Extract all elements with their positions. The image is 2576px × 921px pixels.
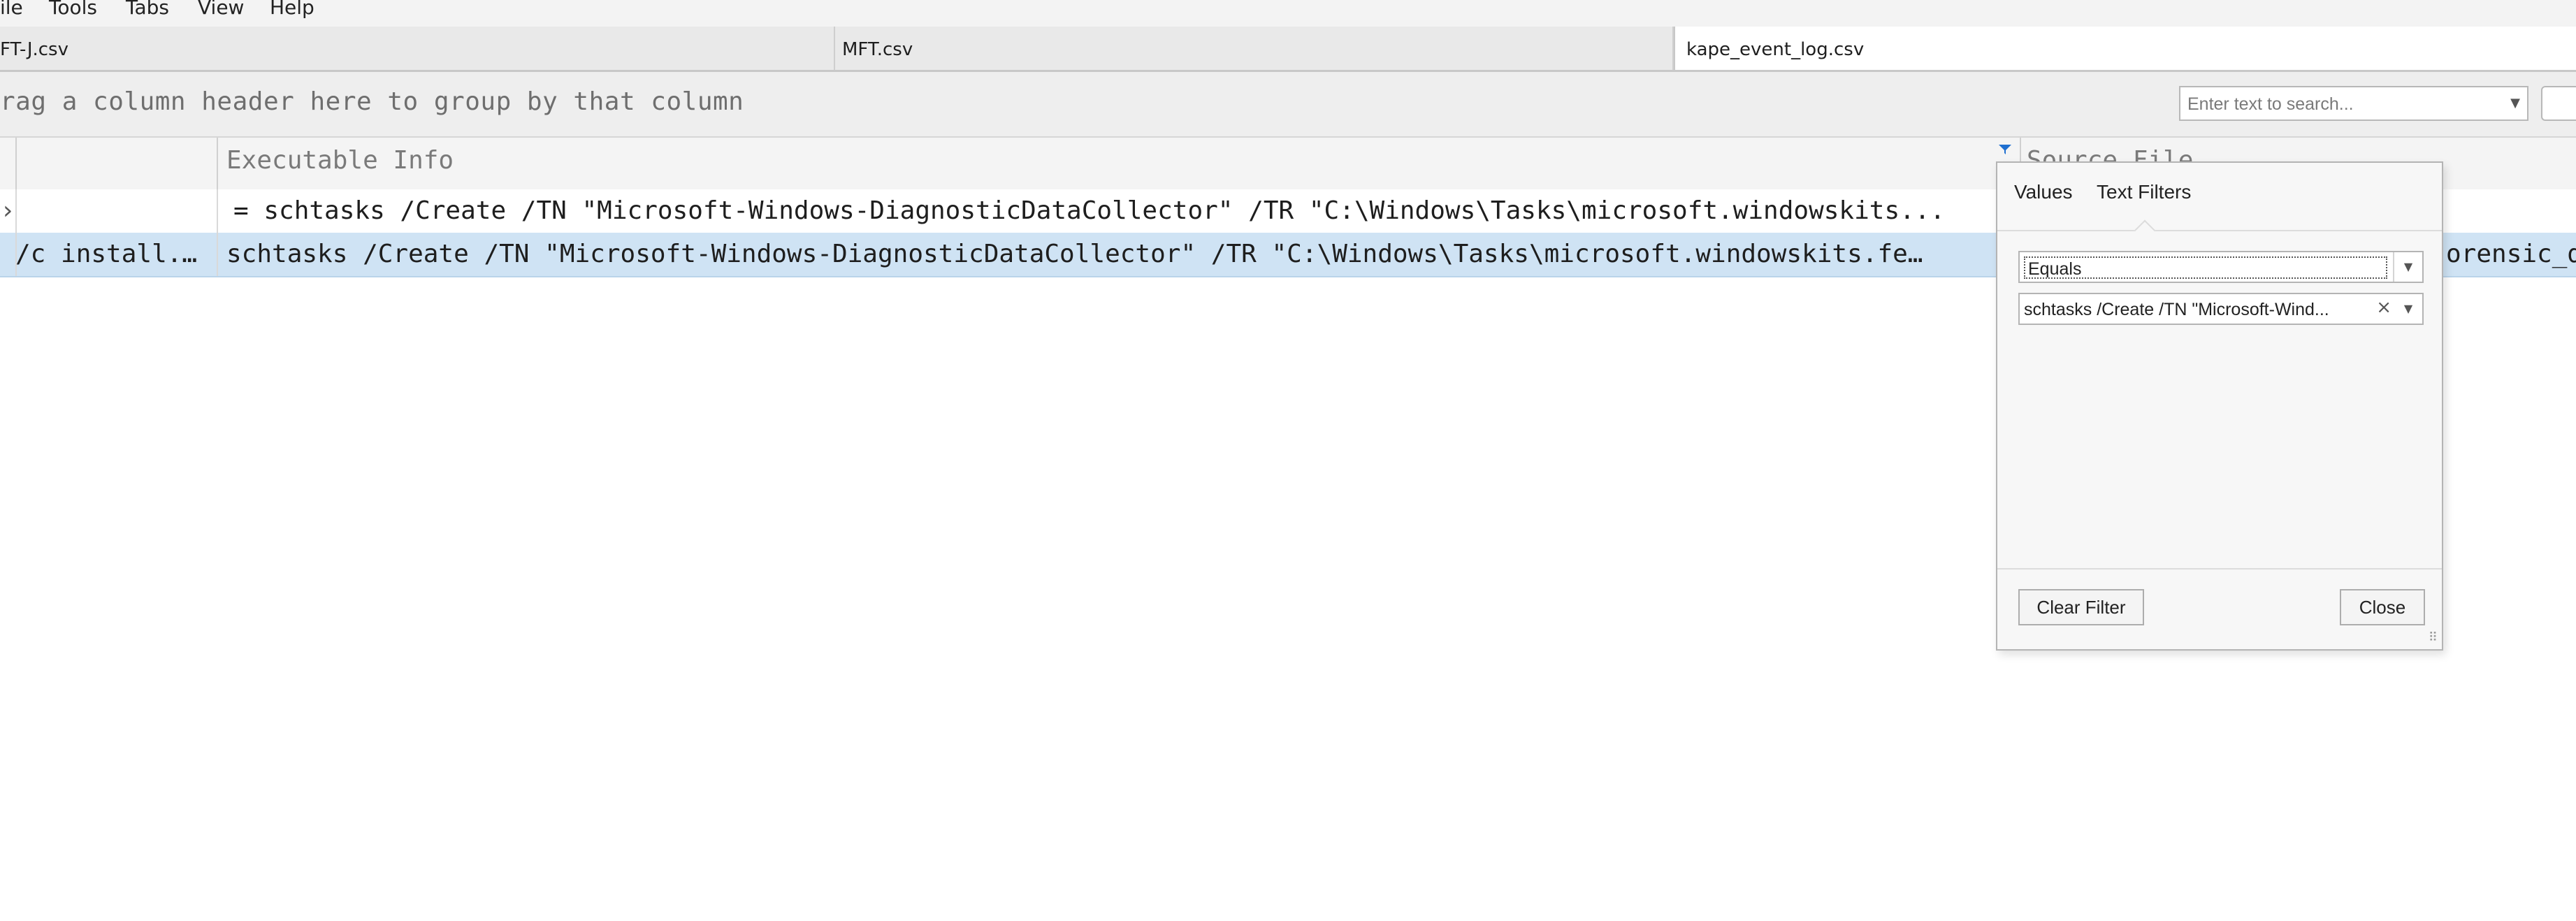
filter-icon[interactable] <box>1998 144 2012 155</box>
chevron-down-icon[interactable]: ▼ <box>2393 252 2422 282</box>
active-tab-indicator-icon <box>2134 219 2156 242</box>
popup-divider <box>1997 230 2442 231</box>
search-options-button[interactable] <box>2541 86 2576 121</box>
table-cell[interactable]: schtasks /Create /TN "Microsoft-Windows-… <box>226 233 1995 276</box>
popup-divider <box>1997 568 2442 570</box>
group-panel[interactable]: rag a column header here to group by tha… <box>0 72 2576 138</box>
tab-kape-event-log[interactable]: kape_event_log.csv <box>1674 27 2576 70</box>
tab-label: kape_event_log.csv <box>1686 39 1865 60</box>
grid-line <box>15 189 17 276</box>
dropdown-arrow-icon[interactable]: ▼ <box>2510 96 2520 110</box>
menu-view[interactable]: View <box>198 0 244 21</box>
close-button[interactable]: Close <box>2340 589 2425 625</box>
tab-text-filters[interactable]: Text Filters <box>2097 181 2191 203</box>
search-box[interactable]: ▼ <box>2179 86 2528 121</box>
column-filter-popup: Values Text Filters Equals ▼ schtasks /C… <box>1996 161 2443 651</box>
clear-filter-button[interactable]: Clear Filter <box>2018 589 2144 625</box>
column-separator[interactable] <box>217 138 218 189</box>
chevron-down-icon[interactable]: ▼ <box>2394 294 2422 324</box>
menu-bar: ile Tools Tabs View Help <box>0 0 2576 27</box>
tab-values[interactable]: Values <box>2014 181 2073 203</box>
tab-strip: FT-J.csv MFT.csv kape_event_log.csv <box>0 27 2576 72</box>
filter-value-select[interactable]: schtasks /Create /TN "Microsoft-Wind... … <box>2018 293 2424 325</box>
tab-label: FT-J.csv <box>0 39 68 60</box>
resize-grip-icon[interactable]: ⠿ <box>2429 630 2438 645</box>
filter-operator-select[interactable]: Equals ▼ <box>2018 251 2424 283</box>
filter-value-text: schtasks /Create /TN "Microsoft-Wind... <box>2024 300 2329 319</box>
tab-label: MFT.csv <box>842 39 913 60</box>
menu-help[interactable]: Help <box>270 0 314 21</box>
table-cell[interactable]: orensic_d <box>2446 233 2576 276</box>
menu-file[interactable]: ile <box>0 0 23 21</box>
column-header-executable-info[interactable]: Executable Info <box>226 146 454 175</box>
filter-cell-executable-info[interactable]: = schtasks /Create /TN "Microsoft-Window… <box>233 189 1995 233</box>
menu-tabs[interactable]: Tabs <box>126 0 169 21</box>
table-cell[interactable]: /c install.… <box>15 233 212 276</box>
tab-ft-j-csv[interactable]: FT-J.csv <box>0 27 835 70</box>
group-panel-hint: rag a column header here to group by tha… <box>0 87 744 116</box>
close-icon[interactable]: × <box>2376 297 2392 318</box>
column-separator[interactable] <box>15 138 17 189</box>
search-input[interactable] <box>2186 92 2496 117</box>
grid-line <box>217 189 218 276</box>
filter-operator-value: Equals <box>2024 256 2387 279</box>
menu-tools[interactable]: Tools <box>49 0 97 21</box>
filter-row-indicator-icon: › <box>0 196 14 225</box>
tab-mft-csv[interactable]: MFT.csv <box>835 27 1674 70</box>
